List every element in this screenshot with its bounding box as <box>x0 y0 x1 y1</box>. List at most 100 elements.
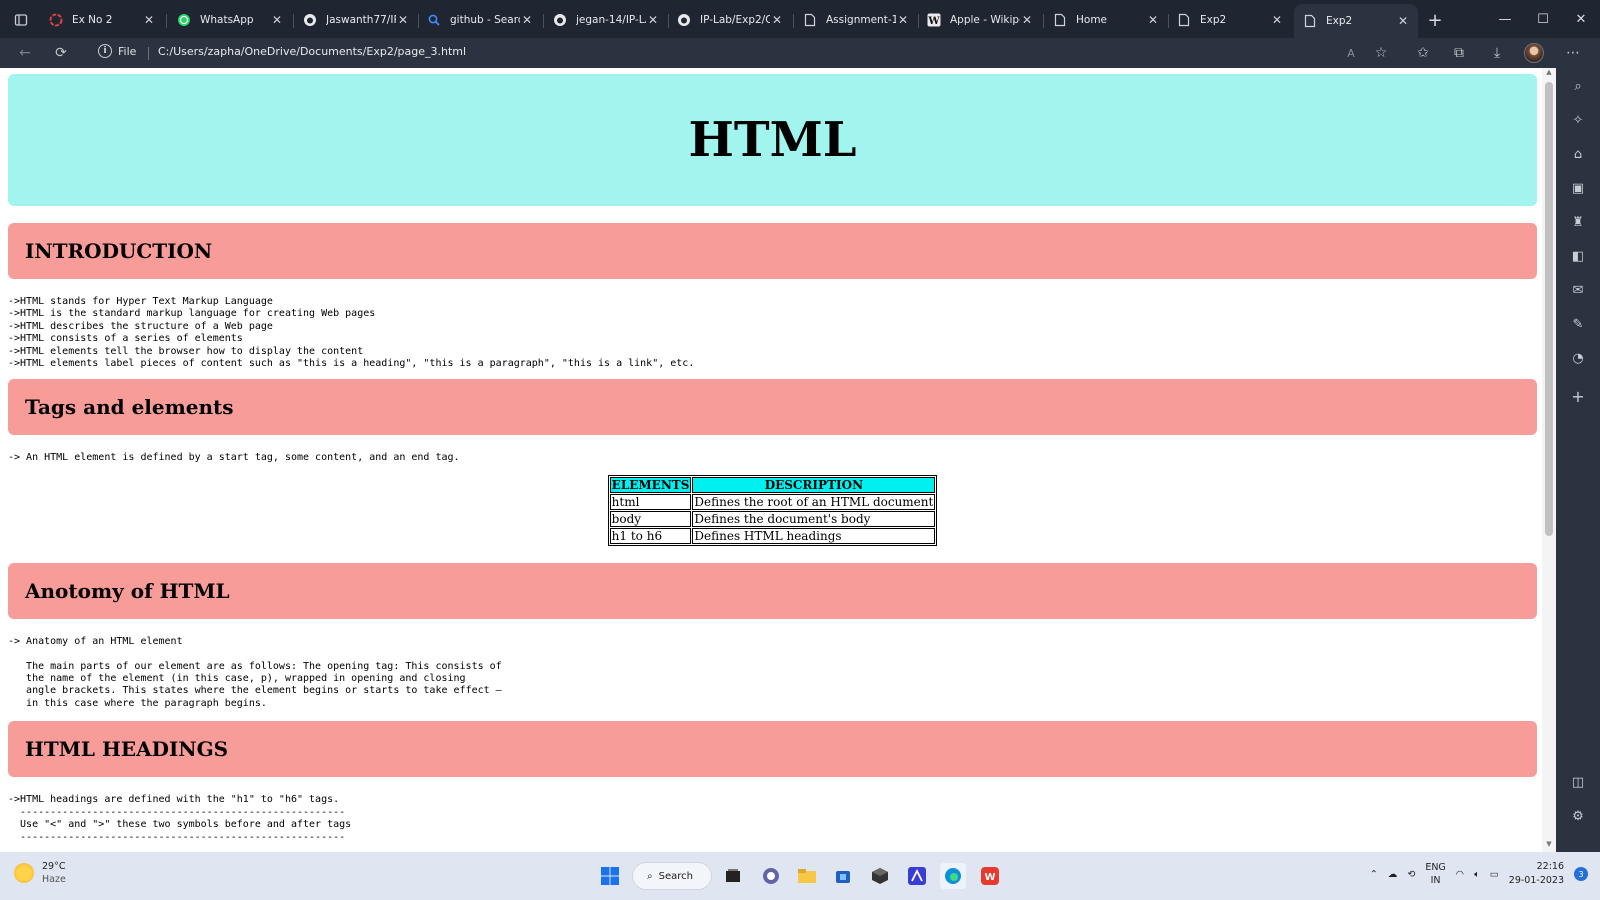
close-tab-icon[interactable]: ✕ <box>520 13 534 27</box>
more-menu-icon[interactable]: ⋯ <box>1562 42 1584 64</box>
hide-sidebar-icon[interactable]: ◫ <box>1568 772 1588 792</box>
elements-table: ELEMENTS DESCRIPTION html Defines the ro… <box>607 474 938 546</box>
tab-home[interactable]: Home ✕ <box>1044 6 1168 34</box>
downloads-icon[interactable]: ⤓ <box>1486 42 1508 64</box>
elements-table-wrap: ELEMENTS DESCRIPTION html Defines the ro… <box>8 474 1537 546</box>
battery-icon[interactable]: ▭ <box>1490 869 1499 880</box>
outlook-icon[interactable]: ✉ <box>1568 280 1588 300</box>
settings-icon[interactable]: ⚙ <box>1568 806 1588 826</box>
close-tab-icon[interactable]: ✕ <box>142 13 156 27</box>
weather-widget[interactable]: 29°C Haze <box>14 860 66 886</box>
table-cell: Defines the document's body <box>692 510 936 527</box>
table-cell: body <box>609 510 692 527</box>
page-icon <box>1176 12 1192 28</box>
design-app-icon[interactable] <box>904 863 930 889</box>
site-info[interactable]: i File <box>98 44 136 58</box>
discover-icon[interactable]: ✧ <box>1568 110 1588 130</box>
read-aloud-icon[interactable]: A <box>1340 42 1362 64</box>
refresh-icon[interactable]: ⟳ <box>50 42 72 64</box>
section-heading: Tags and elements <box>25 395 234 420</box>
start-windows-icon[interactable] <box>597 863 623 889</box>
search-icon[interactable]: ⌕ <box>1568 76 1588 96</box>
volume-icon[interactable]: 🔈︎ <box>1474 869 1480 880</box>
tab-exp2[interactable]: Exp2 ✕ <box>1168 6 1292 34</box>
teams-chat-icon[interactable] <box>758 863 784 889</box>
tools-icon[interactable]: ▣ <box>1568 178 1588 198</box>
close-tab-icon[interactable]: ✕ <box>396 13 410 27</box>
task-view-icon[interactable] <box>720 863 746 889</box>
table-row: h1 to h6 Defines HTML headings <box>609 527 936 544</box>
chevron-up-icon[interactable]: ⌃ <box>1370 869 1378 880</box>
drop-icon[interactable]: ✎ <box>1568 314 1588 334</box>
back-icon[interactable]: ← <box>14 42 36 64</box>
new-tab-icon[interactable]: + <box>1424 9 1446 31</box>
file-explorer-icon[interactable] <box>794 863 820 889</box>
section-tags-header: Tags and elements <box>8 379 1537 436</box>
scroll-down-icon[interactable]: ▼ <box>1542 840 1556 852</box>
sync-icon[interactable]: ⟲ <box>1407 869 1415 880</box>
close-tab-icon[interactable]: ✕ <box>1396 14 1410 28</box>
microsoft-store-icon[interactable] <box>830 863 856 889</box>
wps-office-icon[interactable]: W <box>977 863 1003 889</box>
date-label: 29-01-2023 <box>1508 875 1564 886</box>
scrollbar-thumb[interactable] <box>1545 82 1553 536</box>
notification-badge[interactable]: 3 <box>1574 867 1588 881</box>
maximize-icon[interactable]: ☐ <box>1524 0 1562 38</box>
minimize-icon[interactable]: — <box>1486 0 1524 38</box>
page-scrollbar[interactable]: ▲ ▼ <box>1542 68 1556 852</box>
tab-assignment-1[interactable]: Assignment-1 ✕ <box>794 6 918 34</box>
shopping-tag-icon[interactable]: ⌂ <box>1568 144 1588 164</box>
edge-browser-icon[interactable] <box>940 863 966 889</box>
section-intro-text: ->HTML stands for Hyper Text Markup Lang… <box>8 296 695 370</box>
tab-actions-icon[interactable] <box>10 9 32 31</box>
weather-condition: Haze <box>42 874 66 885</box>
clock[interactable]: 22:16 29-01-2023 <box>1509 860 1564 888</box>
language-indicator[interactable]: ENG IN <box>1425 861 1445 887</box>
close-tab-icon[interactable]: ✕ <box>1020 13 1034 27</box>
tab-title: Assignment-1 <box>826 14 896 26</box>
tab-jaswanth77[interactable]: Jaswanth77/IP-L ✕ <box>294 6 418 34</box>
taskbar-search[interactable]: ⌕ Search <box>632 862 712 890</box>
table-cell: html <box>609 493 692 510</box>
app-cube-icon[interactable] <box>867 863 893 889</box>
address-separator <box>148 47 149 60</box>
scheme-label: File <box>118 44 137 58</box>
scroll-up-icon[interactable]: ▲ <box>1542 68 1556 80</box>
tab-ip-lab[interactable]: IP-Lab/Exp2/Ou ✕ <box>668 6 792 34</box>
close-tab-icon[interactable]: ✕ <box>270 13 284 27</box>
tab-apple-wikipedia[interactable]: W Apple - Wikiped ✕ <box>918 6 1042 34</box>
tab-jegan-14[interactable]: jegan-14/IP-LAI ✕ <box>544 6 668 34</box>
add-sidebar-app-icon[interactable]: + <box>1568 386 1588 406</box>
close-tab-icon[interactable]: ✕ <box>770 13 784 27</box>
close-window-icon[interactable]: ✕ <box>1562 0 1600 38</box>
section-heading: INTRODUCTION <box>25 239 213 263</box>
notifications-icon[interactable]: ◔ <box>1568 348 1588 368</box>
tab-title: IP-Lab/Exp2/Ou <box>700 14 770 26</box>
window-controls: — ☐ ✕ <box>1486 0 1600 38</box>
tab-exp2-active[interactable]: Exp2 ✕ <box>1294 4 1418 38</box>
close-tab-icon[interactable]: ✕ <box>1270 13 1284 27</box>
page-content: HTML INTRODUCTION ->HTML stands for Hype… <box>8 74 1537 844</box>
browser-toolbar: ← ⟳ i File C:/Users/zapha/OneDrive/Docum… <box>0 38 1600 68</box>
favorites-icon[interactable]: ✩ <box>1412 42 1434 64</box>
close-tab-icon[interactable]: ✕ <box>896 13 910 27</box>
page-icon <box>1052 12 1068 28</box>
tab-ex-no-2[interactable]: Ex No 2 ✕ <box>40 6 164 34</box>
close-tab-icon[interactable]: ✕ <box>646 13 660 27</box>
table-cell: Defines the root of an HTML document <box>692 493 936 510</box>
tab-whatsapp[interactable]: WhatsApp ✕ <box>168 6 292 34</box>
collections-icon[interactable]: ⧉ <box>1448 42 1470 64</box>
office-icon[interactable]: ◧ <box>1568 246 1588 266</box>
tab-title: Exp2 <box>1326 15 1353 27</box>
wifi-icon[interactable]: ◠ <box>1456 869 1464 880</box>
tab-github-search[interactable]: github - Search ✕ <box>418 6 542 34</box>
profile-avatar[interactable] <box>1524 43 1544 63</box>
add-favorite-icon[interactable]: ☆ <box>1370 42 1392 64</box>
section-tags-text: -> An HTML element is defined by a start… <box>8 452 460 464</box>
address-bar-url[interactable]: C:/Users/zapha/OneDrive/Documents/Exp2/p… <box>158 45 466 58</box>
close-tab-icon[interactable]: ✕ <box>1146 13 1160 27</box>
onedrive-icon[interactable]: ☁ <box>1388 869 1398 880</box>
games-icon[interactable]: ♜ <box>1568 212 1588 232</box>
wikipedia-icon: W <box>926 12 942 28</box>
section-headings-text: ->HTML headings are defined with the "h1… <box>8 794 352 843</box>
